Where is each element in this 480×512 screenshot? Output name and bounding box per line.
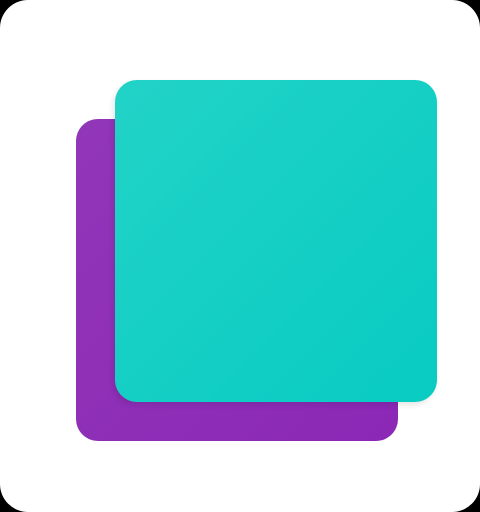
teal-front-square-icon bbox=[115, 80, 437, 402]
app-icon-tile bbox=[0, 0, 480, 512]
